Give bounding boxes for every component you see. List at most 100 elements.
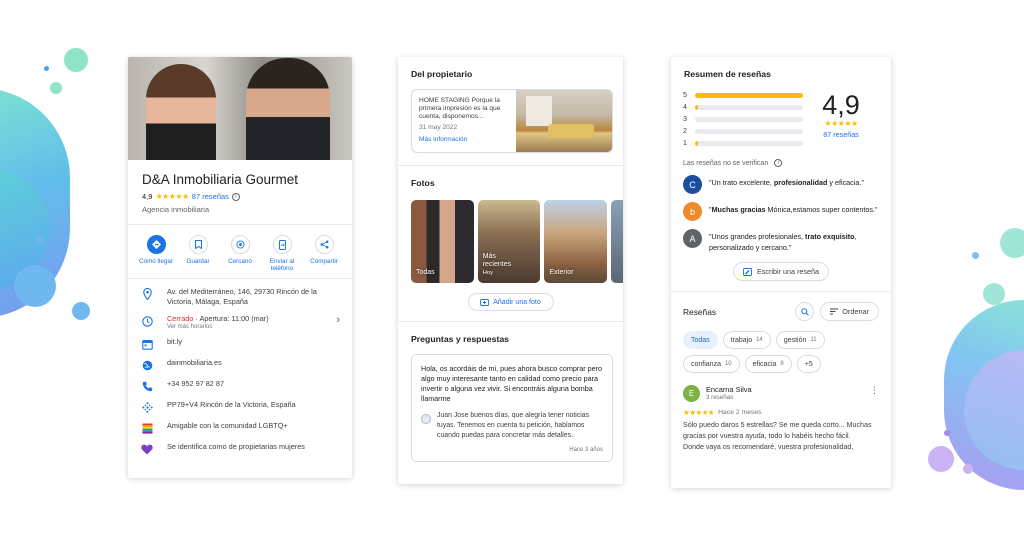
plus-code-row[interactable]: PP79+V4 Rincón de la Victoria, España [128, 400, 352, 414]
rating-distribution: 5 4 3 2 1 [683, 89, 803, 149]
more-hours-link[interactable]: Ver más horarios [167, 324, 269, 330]
sort-button[interactable]: Ordenar [820, 302, 879, 321]
topic-chip-label: gestión [783, 336, 807, 344]
question-text: Hola, os acordáis de mi, pues ahora busc… [421, 364, 602, 403]
plus-code-text: PP79+V4 Rincón de la Victoria, España [167, 400, 296, 409]
highlight-text-bold: Muchas gracias [711, 205, 766, 214]
rating-bar-row: 3 [683, 113, 803, 125]
write-review-button[interactable]: Escribir una reseña [733, 262, 829, 281]
reviews-header: Reseñas Ordenar [671, 292, 891, 321]
send-to-phone-icon [272, 235, 292, 254]
menu-link-row[interactable]: bit.ly [128, 337, 352, 351]
review-count-link[interactable]: 87 reseñas [803, 130, 879, 139]
address-row[interactable]: Av. del Mediterráneo, 146, 29730 Rincón … [128, 287, 352, 307]
chevron-right-icon[interactable]: › [336, 314, 340, 326]
directions-label: Cómo llegar [139, 258, 173, 265]
lgbtq-text: Amigable con la comunidad LGBTQ+ [167, 421, 288, 430]
write-review-label: Escribir una reseña [757, 267, 819, 276]
highlight-text: "Un trato excelente, profesionalidad y e… [709, 175, 864, 188]
photos-section-title: Fotos [411, 178, 435, 188]
bookmark-icon [188, 235, 208, 254]
topic-chip[interactable]: Todas [683, 331, 718, 349]
person-photo [146, 64, 216, 160]
reviewer-name[interactable]: Encarna Silva [706, 385, 752, 394]
info-list: Av. del Mediterráneo, 146, 29730 Rincón … [128, 279, 352, 456]
rating-bar-row: 1 [683, 137, 803, 149]
topic-chip[interactable]: eficacia 8 [744, 355, 792, 373]
decorative-dot [972, 252, 979, 259]
reviewer-avatar[interactable]: E [683, 385, 700, 402]
send-to-phone-label: Enviar al teléfono [269, 258, 295, 272]
photo-tile-label: Exterior [549, 269, 574, 276]
save-button[interactable]: Guardar [178, 235, 218, 272]
info-icon[interactable]: i [774, 159, 783, 167]
rating-bar-track [695, 140, 803, 146]
rating-bar-fill [695, 104, 699, 110]
topic-chip[interactable]: +5 [796, 355, 821, 373]
search-reviews-icon[interactable] [795, 302, 815, 321]
rating-bar-track [695, 128, 803, 134]
rating-bar-track [695, 104, 803, 110]
topic-chip[interactable]: confianza 10 [683, 355, 740, 373]
post-date: 31 may 2022 [419, 124, 458, 131]
photo-tile-exterior[interactable]: Exterior [544, 200, 608, 283]
topic-chip[interactable]: trabajo 14 [722, 331, 771, 349]
highlight-text-bold: profesionalidad [773, 178, 828, 187]
decorative-dot [1000, 228, 1024, 258]
highlight-text-pre: "Un trato excelente, [709, 178, 774, 187]
info-icon[interactable]: i [231, 192, 240, 201]
topic-chip[interactable]: gestión 11 [775, 331, 825, 349]
phone-row[interactable]: +34 952 97 82 87 [128, 379, 352, 393]
review-highlight[interactable]: C "Un trato excelente, profesionalidad y … [683, 175, 879, 194]
review-highlight[interactable]: b "Muchas gracias Mónica,estamos super co… [683, 202, 879, 221]
topic-chip-label: eficacia [752, 360, 777, 368]
rating-bar-row: 2 [683, 125, 803, 137]
photo-tile-all[interactable]: Todas [411, 200, 474, 283]
highlight-avatar: b [683, 202, 702, 221]
highlight-text: "Muchas gracias Mónica,estamos super con… [709, 202, 878, 215]
sort-label: Ordenar [842, 307, 869, 316]
rating-bar-fill [695, 140, 699, 146]
send-to-phone-button[interactable]: Enviar al teléfono [262, 235, 302, 272]
reviews-link[interactable]: 87 reseñas [192, 192, 229, 201]
not-verified-note: Las reseñas no se verifican i [683, 159, 891, 167]
post-more-info-link[interactable]: Más información [419, 136, 509, 144]
qa-timestamp: Hace 3 años [569, 447, 603, 453]
directions-icon [146, 235, 166, 254]
directions-button[interactable]: Cómo llegar [136, 235, 176, 272]
topic-chip-count: 11 [810, 337, 817, 343]
highlight-text: "Unos grandes profesionales, trato exqui… [709, 229, 879, 253]
summary-title: Resumen de reseñas [684, 69, 771, 79]
heart-icon [140, 442, 154, 456]
owner-post[interactable]: HOME STAGING Porque la primera impresión… [411, 89, 613, 153]
clock-icon [140, 314, 154, 328]
nearby-button[interactable]: Cercano [220, 235, 260, 272]
website-row[interactable]: dainmobiliaria.es [128, 358, 352, 372]
photo-tile-partial[interactable] [611, 200, 623, 283]
topic-chip-count: 10 [724, 361, 732, 367]
hours-open-time: · Apertura: 11:00 (mar) [193, 314, 269, 323]
topic-chip-label: Todas [691, 336, 710, 344]
add-photo-button[interactable]: Añadir una foto [467, 293, 554, 311]
share-button[interactable]: Compartir [304, 235, 344, 272]
average-stars: ★★★★★ [824, 119, 858, 128]
highlight-text-post: Mónica,estamos super contentos." [765, 205, 878, 214]
rating-bar-track [695, 92, 803, 98]
review-highlight[interactable]: A "Unos grandes profesionales, trato exqu… [683, 229, 879, 253]
phone-icon [140, 379, 154, 393]
photo-tile-recent[interactable]: Más recientes Hoy [477, 200, 541, 283]
rating-bar-star-label: 2 [683, 127, 687, 135]
decorative-dot [983, 283, 1005, 305]
hours-status: Cerrado [167, 314, 194, 323]
not-verified-text: Las reseñas no se verifican [683, 159, 769, 167]
highlight-text-bold: trato exquisito [805, 232, 855, 241]
hours-row[interactable]: Cerrado · Apertura: 11:00 (mar) Ver más … [128, 314, 352, 330]
rating-bar-row: 5 [683, 89, 803, 101]
owner-section-title: Del propietario [411, 69, 473, 79]
qa-item[interactable]: Hola, os acordáis de mi, pues ahora busc… [411, 354, 613, 462]
rating-bar-row: 4 [683, 101, 803, 113]
phone-text: +34 952 97 82 87 [167, 379, 225, 388]
decorative-dot [36, 236, 44, 244]
business-photo[interactable] [128, 57, 352, 160]
more-options-icon[interactable]: ⋮ [870, 385, 879, 396]
